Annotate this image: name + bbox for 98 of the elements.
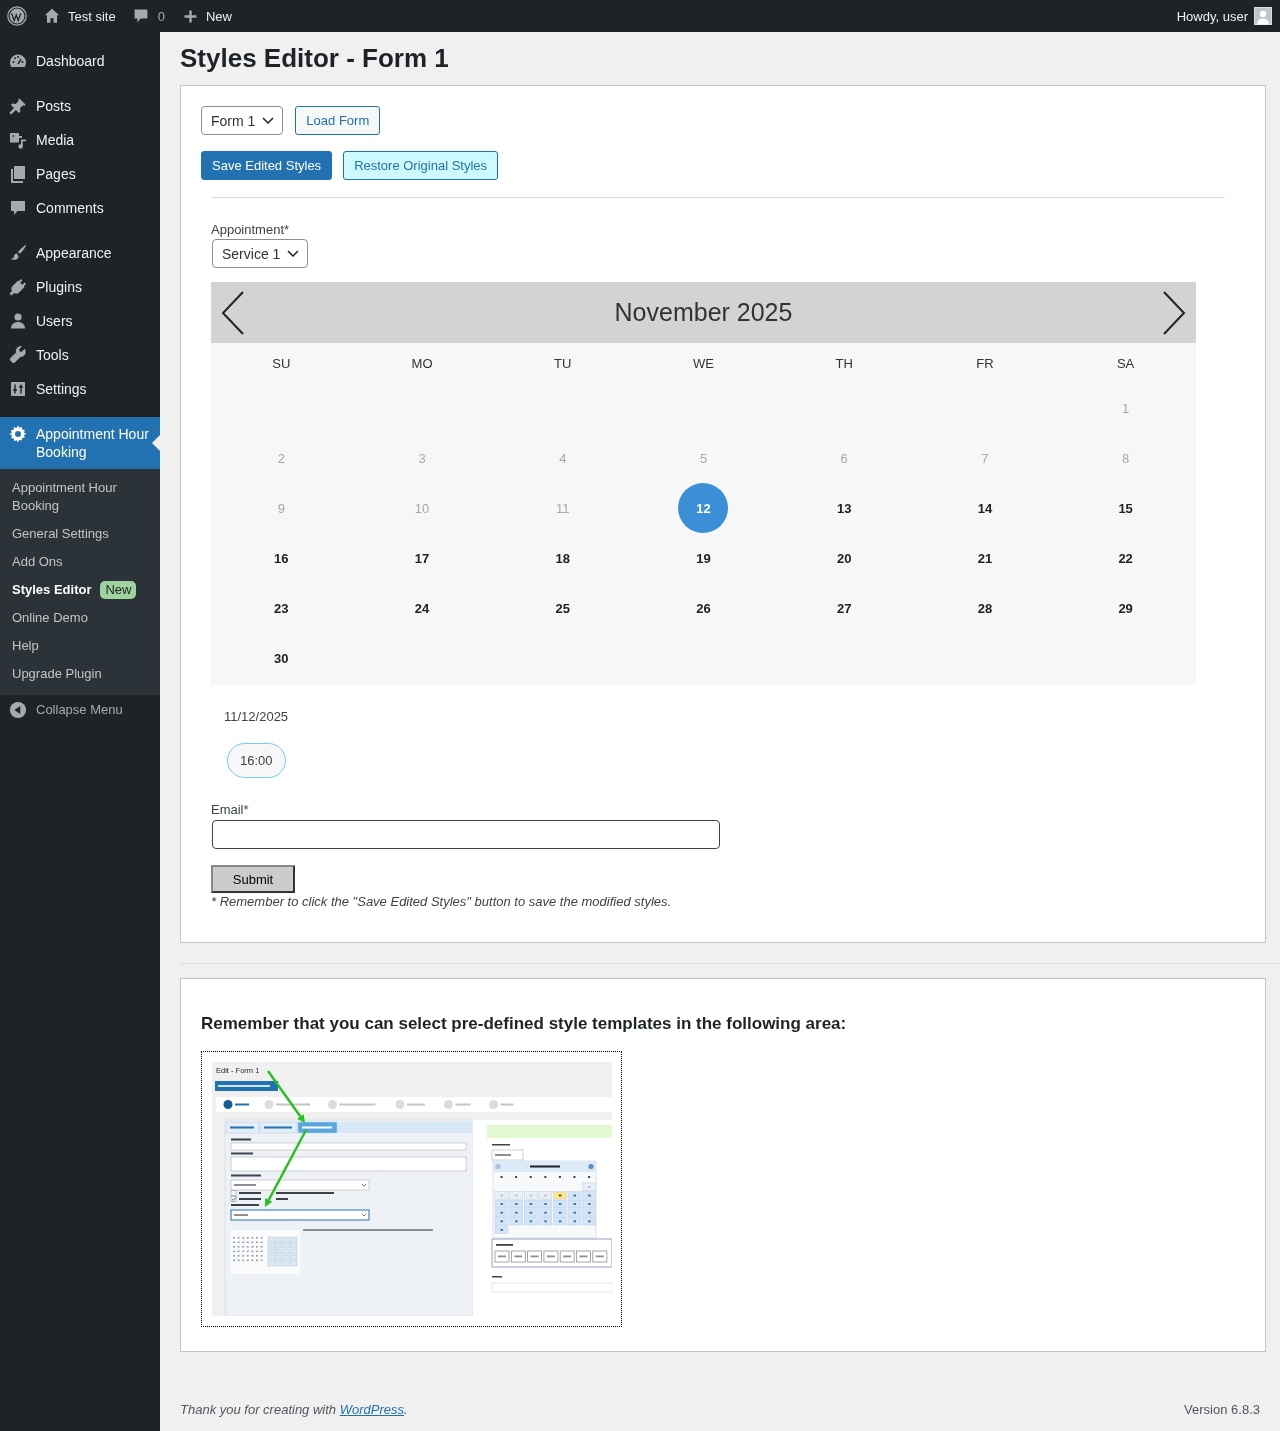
calendar-day[interactable]: 15 bbox=[1118, 500, 1133, 516]
calendar-day[interactable]: 24 bbox=[414, 600, 430, 616]
weekday-label: SA bbox=[1116, 355, 1135, 371]
calendar-day: 2 bbox=[277, 450, 285, 466]
pages-icon bbox=[8, 164, 28, 184]
account-menu-link[interactable]: Howdy, user bbox=[1176, 7, 1272, 25]
wrench-icon bbox=[8, 345, 28, 365]
form-select[interactable]: Form 1 bbox=[201, 106, 284, 135]
calendar-day[interactable]: 28 bbox=[977, 600, 993, 616]
menu-item[interactable]: Posts bbox=[0, 89, 160, 123]
calendar-day[interactable]: 23 bbox=[274, 600, 289, 616]
plus-icon bbox=[182, 8, 198, 24]
month-title: November 2025 bbox=[614, 298, 793, 327]
calendar-day[interactable]: 30 bbox=[274, 650, 289, 666]
person-icon bbox=[8, 311, 28, 331]
avatar-icon bbox=[1254, 7, 1272, 25]
submenu-item[interactable]: Appointment Hour Booking bbox=[0, 474, 160, 520]
calendar-day[interactable]: 20 bbox=[836, 550, 852, 566]
calendar-day[interactable]: 16 bbox=[274, 550, 289, 566]
submenu-item[interactable]: Styles Editor New bbox=[0, 576, 160, 604]
version-text: Version 6.8.3 bbox=[1184, 1401, 1260, 1419]
caret-icon bbox=[287, 250, 300, 257]
menu-item[interactable]: Users bbox=[0, 304, 160, 338]
calendar-day: 11 bbox=[556, 500, 570, 516]
calendar-day[interactable]: 27 bbox=[836, 600, 852, 616]
submenu-item[interactable]: Online Demo bbox=[0, 604, 160, 632]
weekday-label: WE bbox=[693, 355, 714, 371]
time-slot-button[interactable]: 16:00 bbox=[227, 743, 286, 778]
email-input[interactable] bbox=[212, 820, 720, 849]
calendar-day: 7 bbox=[981, 450, 989, 466]
menu-item[interactable]: Plugins bbox=[0, 270, 160, 304]
reminder-note: * Remember to click the "Save Edited Styles" button to save the modified styles. bbox=[211, 894, 673, 910]
weekday-label: TU bbox=[554, 355, 572, 371]
footer-credit: Thank you for creating with WordPress. bbox=[180, 1401, 408, 1419]
sliders-icon bbox=[8, 379, 28, 399]
submenu-item[interactable]: Upgrade Plugin bbox=[0, 660, 160, 688]
page-title: Styles Editor - Form 1 bbox=[180, 42, 449, 75]
camera-note-icon bbox=[8, 130, 28, 150]
calendar-day[interactable]: 14 bbox=[977, 500, 993, 516]
calendar-day: 10 bbox=[414, 500, 430, 516]
calendar-day: 8 bbox=[1122, 450, 1130, 466]
weekday-label: MO bbox=[411, 355, 433, 371]
comments-link[interactable]: 0 bbox=[132, 8, 165, 24]
calendar-day: 3 bbox=[418, 450, 426, 466]
service-select[interactable]: Service 1 bbox=[212, 239, 309, 268]
selected-date: 11/12/2025 bbox=[224, 708, 289, 726]
caret-icon bbox=[262, 117, 275, 124]
calendar-day: 4 bbox=[559, 450, 567, 466]
submenu-item[interactable]: General Settings bbox=[0, 520, 160, 548]
speech-bubble-icon bbox=[132, 8, 149, 24]
templates-heading: Remember that you can select pre-defined style templates in the following area: bbox=[201, 1013, 847, 1035]
calendar-day[interactable]: 17 bbox=[414, 550, 430, 566]
calendar-day[interactable]: 18 bbox=[555, 550, 570, 566]
submenu-item[interactable]: Help bbox=[0, 632, 160, 660]
calendar-day[interactable]: 19 bbox=[696, 550, 711, 566]
chevron-right-icon[interactable] bbox=[1162, 290, 1186, 335]
calendar-day[interactable]: 13 bbox=[836, 500, 852, 516]
field-label: Appointment* bbox=[211, 222, 290, 238]
pointer-arrow bbox=[267, 1070, 305, 1123]
chevron-left-icon[interactable] bbox=[221, 290, 245, 335]
menu-item[interactable]: Appearance bbox=[0, 236, 160, 270]
calendar-day[interactable]: 21 bbox=[977, 550, 993, 566]
home-icon bbox=[43, 7, 61, 25]
wordpress-link[interactable]: WordPress bbox=[339, 1402, 404, 1417]
circle-arrow-left-icon bbox=[9, 701, 27, 719]
submit-button[interactable]: Submit bbox=[211, 865, 295, 893]
calendar-day: 1 bbox=[1122, 400, 1130, 416]
field-label: Email* bbox=[211, 802, 249, 818]
calendar-day[interactable]: 29 bbox=[1118, 600, 1133, 616]
calendar-day[interactable]: 22 bbox=[1118, 550, 1133, 566]
new-badge: New bbox=[100, 581, 137, 599]
pushpin-icon bbox=[8, 96, 28, 116]
menu-item[interactable]: Comments bbox=[0, 191, 160, 225]
restore-original-styles-button[interactable]: Restore Original Styles bbox=[343, 151, 499, 180]
menu-item[interactable]: Media bbox=[0, 123, 160, 157]
calendar-day[interactable]: 26 bbox=[696, 600, 711, 616]
menu-item[interactable]: Appointment Hour Booking bbox=[0, 417, 160, 469]
calendar-day: 6 bbox=[840, 450, 848, 466]
menu-item[interactable]: Tools bbox=[0, 338, 160, 372]
collapse-menu-button[interactable]: Collapse Menu bbox=[0, 695, 123, 725]
gear-icon bbox=[8, 424, 28, 444]
site-name-link[interactable]: Test site bbox=[43, 7, 116, 25]
save-edited-styles-button[interactable]: Save Edited Styles bbox=[201, 151, 333, 180]
new-content-link[interactable]: New bbox=[182, 8, 232, 24]
plug-icon bbox=[8, 277, 28, 297]
weekday-label: TH bbox=[835, 355, 853, 371]
menu-item[interactable]: Settings bbox=[0, 372, 160, 406]
calendar-day[interactable]: 25 bbox=[555, 600, 570, 616]
menu-item[interactable]: Pages bbox=[0, 157, 160, 191]
weekday-label: FR bbox=[976, 355, 994, 371]
submenu-item[interactable]: Add Ons bbox=[0, 548, 160, 576]
calendar-day: 5 bbox=[699, 450, 708, 466]
calendar-day: 9 bbox=[277, 500, 285, 516]
weekday-label: SU bbox=[272, 355, 291, 371]
menu-pointer-icon bbox=[152, 435, 160, 451]
load-form-button[interactable]: Load Form bbox=[295, 106, 381, 135]
wordpress-logo-icon[interactable] bbox=[7, 6, 27, 26]
menu-item[interactable]: Dashboard bbox=[0, 44, 160, 78]
